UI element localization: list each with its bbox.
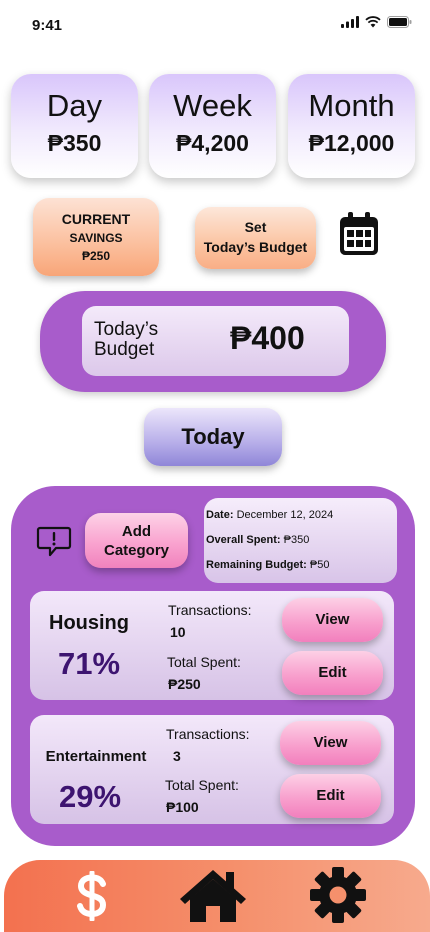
period-card-week[interactable]: Week ₱4,200 bbox=[149, 74, 276, 178]
current-savings-card[interactable]: CURRENT SAVINGS ₱250 bbox=[33, 198, 159, 276]
status-bar: 9:41 bbox=[0, 0, 430, 50]
gear-icon[interactable] bbox=[309, 866, 367, 924]
category-panel: Add Category Date: December 12, 2024 Ove… bbox=[11, 486, 415, 846]
category-percent: 71% bbox=[57, 646, 121, 681]
set-budget-line2: Today’s Budget bbox=[203, 239, 308, 255]
add-category-line2: Category bbox=[103, 542, 170, 559]
info-date-label: Date: bbox=[206, 509, 234, 521]
set-todays-budget-button[interactable]: Set Today’s Budget bbox=[195, 207, 316, 269]
period-value: ₱4,200 bbox=[176, 130, 249, 156]
view-button[interactable]: View bbox=[280, 721, 381, 765]
alert-message-icon[interactable] bbox=[36, 526, 72, 558]
summary-info-box: Date: December 12, 2024 Overall Spent: ₱… bbox=[204, 498, 397, 583]
info-date-row: Date: December 12, 2024 bbox=[206, 509, 397, 534]
category-transactions-value: 10 bbox=[170, 624, 186, 640]
period-label: Week bbox=[173, 88, 252, 123]
set-budget-line1: Set bbox=[244, 219, 267, 235]
period-label: Month bbox=[308, 88, 395, 123]
info-remaining-row: Remaining Budget: ₱50 bbox=[206, 559, 397, 584]
info-date-value: December 12, 2024 bbox=[236, 509, 334, 521]
battery-icon bbox=[387, 16, 412, 28]
info-remaining-value: ₱50 bbox=[309, 559, 330, 571]
period-card-month[interactable]: Month ₱12,000 bbox=[288, 74, 415, 178]
todays-budget-card: Today’s Budget ₱400 bbox=[82, 306, 349, 376]
signal-icon bbox=[341, 16, 359, 28]
todays-budget-value: ₱400 bbox=[230, 320, 305, 356]
period-value: ₱12,000 bbox=[308, 130, 395, 156]
category-transactions-value: 3 bbox=[173, 748, 181, 764]
edit-button[interactable]: Edit bbox=[280, 774, 381, 818]
savings-title: CURRENT bbox=[61, 211, 131, 227]
period-card-day[interactable]: Day ₱350 bbox=[11, 74, 138, 178]
todays-budget-label: Today’s Budget bbox=[94, 320, 184, 360]
category-name: Entertainment bbox=[45, 748, 147, 765]
add-category-line1: Add bbox=[121, 523, 152, 540]
status-time: 9:41 bbox=[32, 17, 63, 34]
calendar-icon[interactable] bbox=[339, 212, 379, 256]
period-label: Day bbox=[46, 88, 103, 123]
status-icons bbox=[341, 16, 412, 28]
category-spent-value: ₱250 bbox=[168, 676, 201, 692]
savings-value: ₱250 bbox=[81, 249, 111, 263]
view-button[interactable]: View bbox=[282, 598, 383, 642]
budget-label-line1: Today’s bbox=[94, 319, 159, 340]
category-spent-label: Total Spent: bbox=[165, 777, 239, 793]
todays-budget-panel: Today’s Budget ₱400 bbox=[40, 291, 386, 392]
category-card-entertainment: Entertainment 29% Transactions: 3 Total … bbox=[30, 715, 394, 824]
add-category-button[interactable]: Add Category bbox=[85, 513, 188, 568]
category-spent-value: ₱100 bbox=[166, 799, 199, 815]
info-remaining-label: Remaining Budget: bbox=[206, 559, 307, 571]
budget-label-line2: Budget bbox=[94, 339, 155, 360]
category-transactions-label: Transactions: bbox=[166, 726, 250, 742]
home-icon[interactable] bbox=[178, 868, 248, 924]
category-card-housing: Housing 71% Transactions: 10 Total Spent… bbox=[30, 591, 394, 700]
info-spent-value: ₱350 bbox=[283, 534, 310, 546]
savings-subtitle: SAVINGS bbox=[69, 231, 123, 245]
edit-button[interactable]: Edit bbox=[282, 651, 383, 695]
category-spent-label: Total Spent: bbox=[167, 654, 241, 670]
wifi-icon bbox=[365, 16, 381, 28]
dollar-icon[interactable] bbox=[72, 868, 112, 924]
category-percent: 29% bbox=[58, 779, 122, 814]
bottom-nav bbox=[4, 860, 430, 932]
info-spent-label: Overall Spent: bbox=[206, 534, 281, 546]
category-transactions-label: Transactions: bbox=[168, 602, 252, 618]
period-value: ₱350 bbox=[47, 130, 102, 156]
info-spent-row: Overall Spent: ₱350 bbox=[206, 534, 397, 559]
today-button[interactable]: Today bbox=[144, 408, 282, 466]
category-name: Housing bbox=[49, 612, 129, 634]
